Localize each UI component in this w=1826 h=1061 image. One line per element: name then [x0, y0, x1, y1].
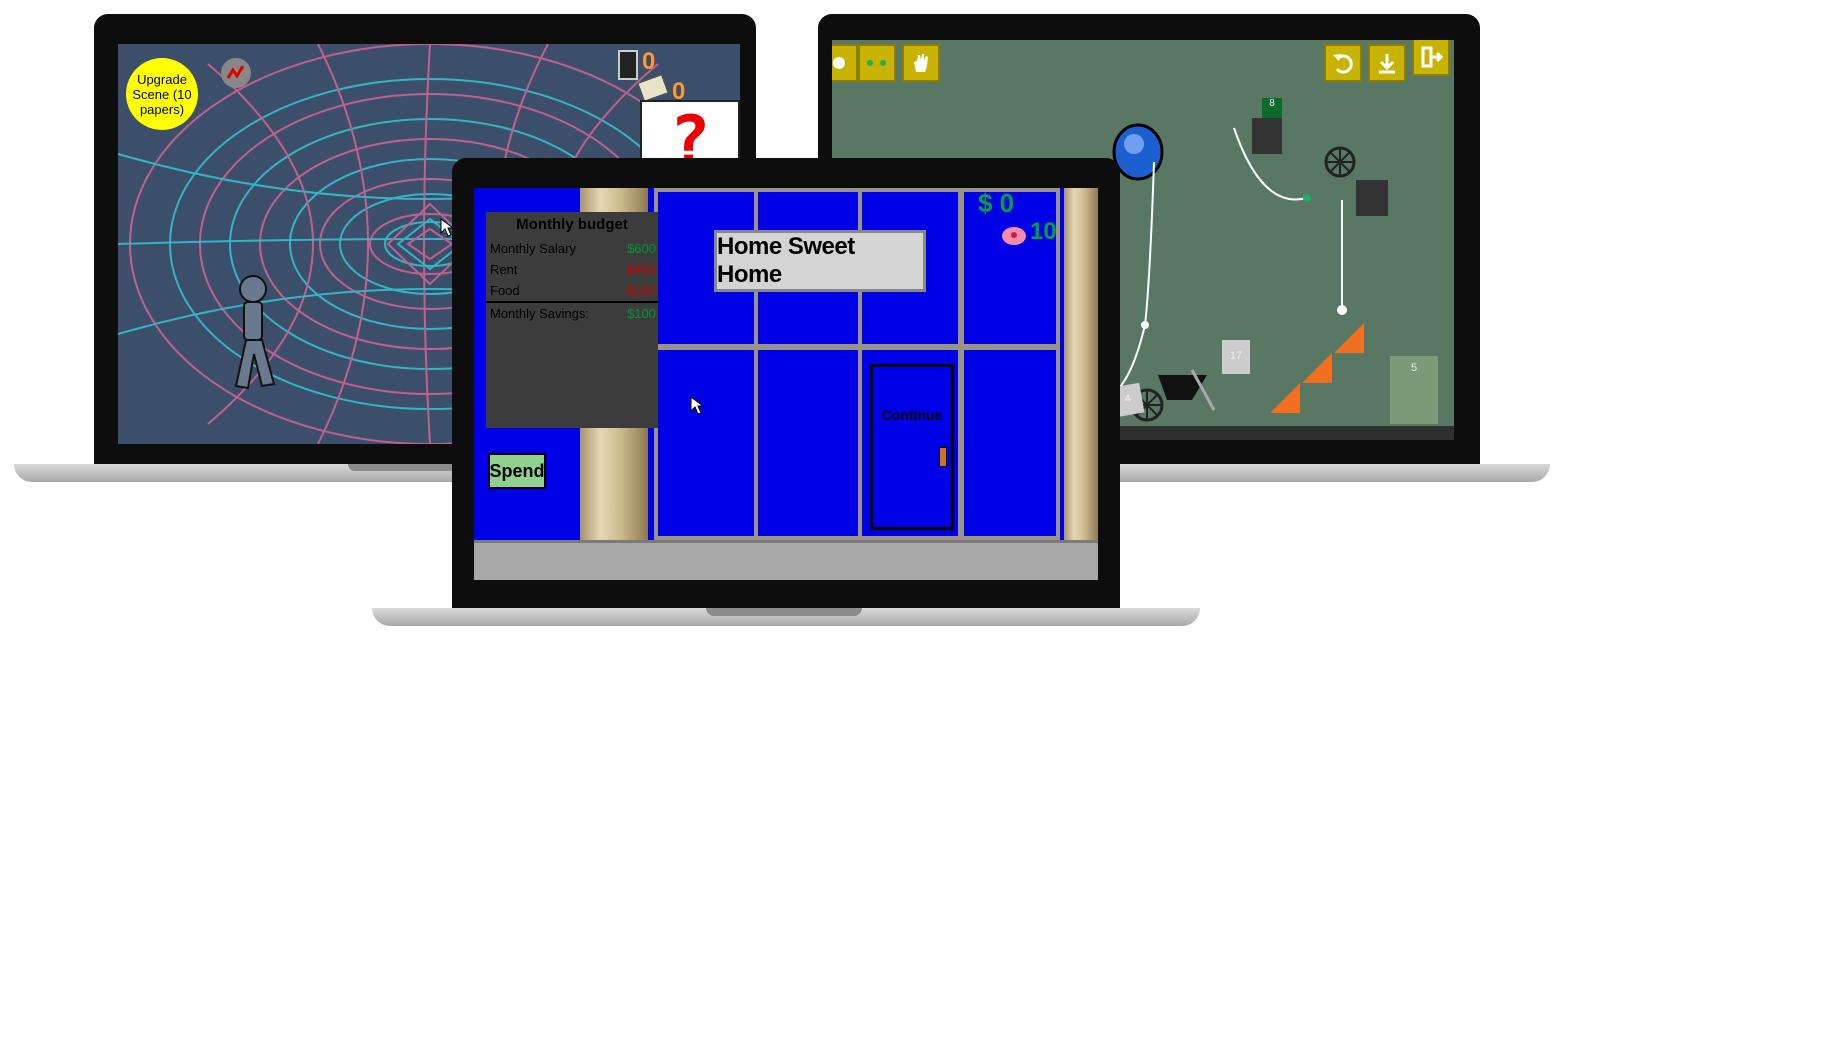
- upgrade-scene-button[interactable]: Upgrade Scene (10 papers): [126, 58, 198, 130]
- box-a-label: 17: [1229, 350, 1243, 362]
- budget-row-rent: Rent -$400: [486, 259, 658, 280]
- door-handle: [939, 447, 947, 467]
- center-game-screen[interactable]: Continue Monthly budget Monthly Salary $…: [474, 188, 1098, 580]
- budget-row-food: Food -$100: [486, 280, 658, 303]
- laptop-center-notch: [706, 608, 862, 616]
- dark-block-right: [1356, 180, 1388, 216]
- budget-row-salary: Monthly Salary $600: [486, 238, 658, 259]
- budget-row-label: Food: [490, 283, 520, 298]
- spend-button[interactable]: Spend: [488, 453, 546, 489]
- goal-zone: 5: [1390, 356, 1438, 424]
- window-bottom-4: [960, 346, 1060, 540]
- laptop-center: Continue Monthly budget Monthly Salary $…: [360, 150, 1220, 630]
- monthly-budget-panel: Monthly budget Monthly Salary $600 Rent …: [486, 212, 658, 428]
- savings-value: $100: [627, 306, 656, 321]
- savings-label: Monthly Savings:: [490, 306, 589, 321]
- budget-row-value: -$400: [622, 262, 656, 277]
- sidewalk: [474, 540, 1098, 580]
- walking-character: [234, 275, 276, 390]
- budget-row-savings: Monthly Savings: $100: [486, 303, 658, 324]
- window-bottom-2: [754, 346, 862, 540]
- budget-title: Monthly budget: [516, 216, 628, 233]
- piggy-bank-icon: [1002, 227, 1026, 245]
- budget-row-value: -$100: [622, 283, 656, 298]
- dark-block-left: [1252, 118, 1282, 154]
- goal-label: 5: [1410, 362, 1418, 374]
- home-sweet-home-sign: Home Sweet Home: [714, 230, 926, 292]
- green-box-label: 8: [1269, 98, 1275, 109]
- budget-row-label: Rent: [490, 262, 518, 277]
- piggy-count: 10: [1030, 218, 1057, 245]
- cursor-icon: [690, 396, 705, 415]
- score-top: 0: [642, 48, 656, 75]
- window-bottom-1: [654, 346, 758, 540]
- budget-row-label: Monthly Salary: [490, 241, 576, 256]
- stats-icon[interactable]: [221, 58, 251, 88]
- box-a[interactable]: 17: [1222, 340, 1250, 374]
- pillar-right: [1064, 188, 1098, 540]
- money-counter: $ 0: [978, 188, 1015, 218]
- green-box[interactable]: 8: [1262, 98, 1282, 118]
- calculator-icon: [618, 50, 638, 80]
- budget-row-value: $600: [627, 241, 656, 256]
- door[interactable]: Continue: [870, 364, 954, 530]
- continue-label[interactable]: Continue: [873, 407, 951, 423]
